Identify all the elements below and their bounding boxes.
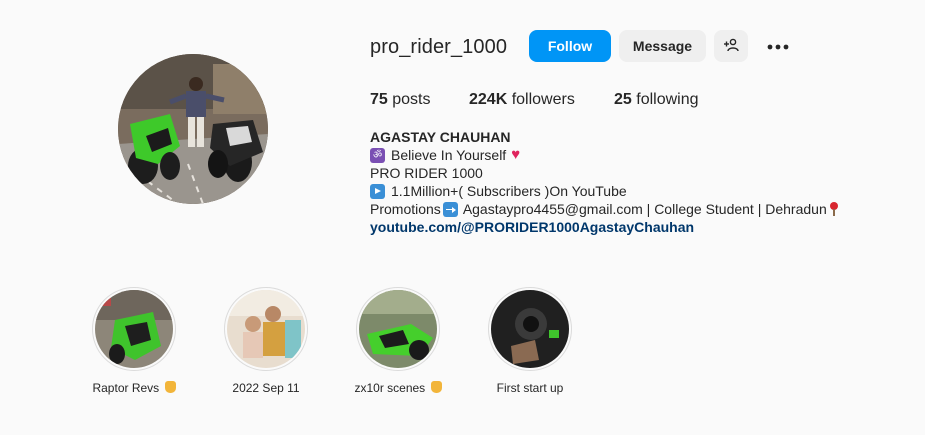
add-user-button[interactable] [714, 30, 748, 62]
posts-label: posts [392, 91, 431, 108]
bio-line-4-text: Agastaypro4455@gmail.com | College Stude… [462, 201, 827, 217]
highlight-label-text: zx10r scenes [354, 381, 426, 395]
highlight-cover [227, 290, 305, 368]
followers-stat[interactable]: 224K followers [469, 91, 575, 109]
hand-icon [430, 381, 442, 393]
highlight-zx10r-scenes[interactable]: zx10r scenes [338, 287, 458, 395]
followers-count: 224K [469, 91, 508, 108]
arrow-right-icon [442, 201, 458, 217]
follow-button[interactable]: Follow [529, 30, 611, 62]
more-options-icon [767, 37, 789, 55]
following-stat[interactable]: 25 following [614, 91, 699, 109]
username: pro_rider_1000 [370, 36, 508, 58]
add-user-icon [723, 37, 739, 56]
highlight-label: zx10r scenes [338, 381, 458, 395]
profile-header: pro_rider_1000 Follow Message [370, 30, 810, 62]
bio-line-2: PRO RIDER 1000 [370, 165, 483, 181]
heart-icon: ♥ [511, 146, 521, 163]
following-count: 25 [614, 91, 632, 108]
posts-stat: 75 posts [370, 91, 431, 109]
profile-bio: AGASTAY CHAUHAN ॐ Believe In Yourself ♥ … [370, 128, 890, 236]
highlight-cover [491, 290, 569, 368]
more-options-button[interactable] [764, 30, 792, 62]
highlight-2022-sep-11[interactable]: 2022 Sep 11 [206, 287, 326, 395]
highlight-ring [488, 287, 572, 371]
highlight-ring [356, 287, 440, 371]
bio-line-1-text: Believe In Yourself [391, 147, 507, 163]
bio-line-4: Promotions Agastaypro4455@gmail.com | Co… [370, 200, 890, 218]
highlight-ring [92, 287, 176, 371]
highlight-label-text: Raptor Revs [92, 381, 160, 395]
followers-label: followers [511, 91, 575, 108]
bio-line-4-prefix: Promotions [370, 201, 441, 217]
highlight-first-start-up[interactable]: First start up [470, 287, 590, 395]
highlight-raptor-revs[interactable]: Raptor Revs [74, 287, 194, 395]
highlight-cover [359, 290, 437, 368]
message-button[interactable]: Message [619, 30, 706, 62]
highlight-label: First start up [496, 381, 564, 395]
following-label: following [636, 91, 699, 108]
bio-line-3: 1.1Million+( Subscribers )On YouTube [370, 182, 890, 200]
om-icon: ॐ [370, 147, 385, 163]
profile-avatar[interactable] [118, 54, 268, 204]
hand-icon [164, 381, 176, 393]
highlight-ring [224, 287, 308, 371]
highlight-label: Raptor Revs [74, 381, 194, 395]
highlight-cover [95, 290, 173, 368]
full-name: AGASTAY CHAUHAN [370, 129, 511, 145]
play-icon [370, 183, 385, 199]
bio-line-1: ॐ Believe In Yourself ♥ [370, 146, 890, 164]
posts-count: 75 [370, 91, 388, 108]
highlight-label: 2022 Sep 11 [232, 381, 300, 395]
bio-link[interactable]: youtube.com/@PRORIDER1000AgastayChauhan [370, 218, 890, 236]
bio-line-3-text: 1.1Million+( Subscribers )On YouTube [391, 183, 627, 199]
pin-icon [829, 201, 839, 217]
